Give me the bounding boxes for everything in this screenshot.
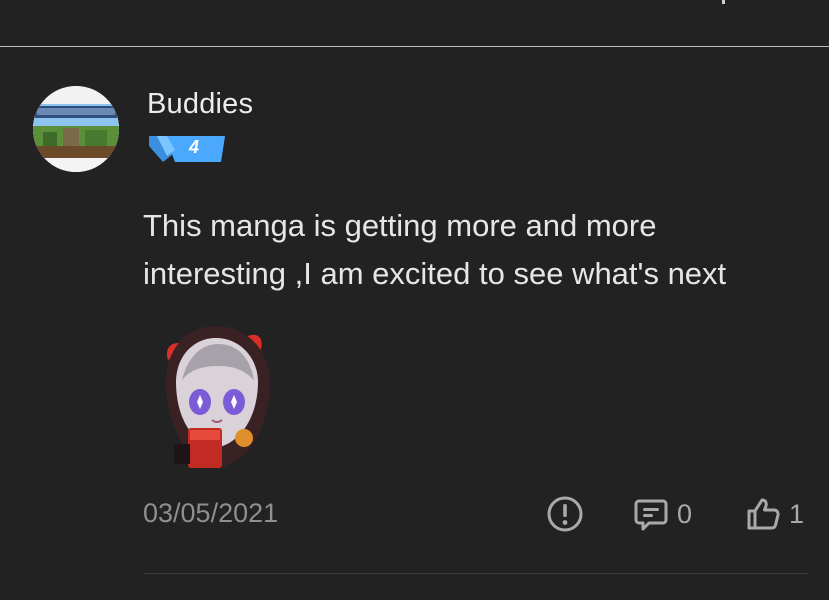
top-divider	[0, 46, 829, 47]
top-edge-mark	[722, 0, 725, 4]
reply-count: 0	[677, 498, 693, 529]
report-icon	[547, 496, 583, 532]
like-count: 1	[789, 498, 805, 529]
bottom-divider	[143, 573, 809, 574]
report-button[interactable]	[546, 495, 584, 533]
user-avatar[interactable]	[33, 86, 119, 172]
comment-screen: Buddies 4 This manga is getting more and…	[0, 0, 829, 600]
devil-girl-sticker	[158, 320, 278, 475]
reply-button[interactable]: 0	[633, 495, 692, 533]
level-chevron-icon	[149, 136, 225, 162]
level-badge: 4	[149, 134, 225, 164]
thumbs-up-icon	[747, 498, 780, 530]
comment-icon	[634, 499, 668, 531]
comment-body: This manga is getting more and more inte…	[143, 208, 727, 291]
minecraft-avatar-icon	[33, 86, 119, 172]
like-button[interactable]: 1	[745, 495, 804, 533]
comment-date: 03/05/2021	[143, 498, 279, 528]
username[interactable]: Buddies	[147, 88, 253, 121]
level-number: 4	[189, 137, 200, 157]
